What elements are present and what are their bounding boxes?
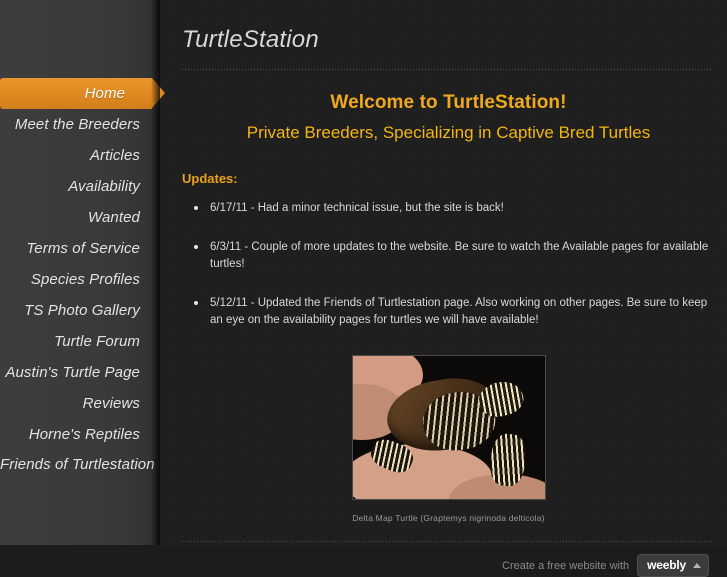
updates-list: 6/17/11 - Had a minor technical issue, b… xyxy=(180,186,717,329)
chevron-up-icon xyxy=(693,562,701,568)
sidebar-item-terms-of-service[interactable]: Terms of Service xyxy=(0,233,160,264)
welcome-subheading: Private Breeders, Specializing in Captiv… xyxy=(246,123,651,142)
sidebar-item-label: Articles xyxy=(90,147,140,164)
sidebar-item-ts-photo-gallery[interactable]: TS Photo Gallery xyxy=(0,295,160,326)
sidebar-item-turtle-forum[interactable]: Turtle Forum xyxy=(0,326,160,357)
footer-text: Create a free website with xyxy=(502,559,630,572)
sidebar-item-species-profiles[interactable]: Species Profiles xyxy=(0,264,160,295)
page-title: TurtleStation xyxy=(182,26,319,53)
sidebar-item-label: Horne's Reptiles xyxy=(28,426,140,443)
sidebar-item-friends-of-turtlestation[interactable]: Friends of Turtlestation xyxy=(0,450,160,504)
main-content: TurtleStation Welcome to TurtleStation! … xyxy=(160,0,727,577)
footer: Create a free website with weebly xyxy=(180,542,717,577)
welcome-heading: Welcome to TurtleStation! xyxy=(330,92,567,113)
sidebar-item-label: Friends of Turtlestation xyxy=(0,456,155,473)
sidebar-item-austins-turtle-page[interactable]: Austin's Turtle Page xyxy=(0,357,160,388)
list-item: 5/12/11 - Updated the Friends of Turtles… xyxy=(180,295,717,329)
sidebar-item-label: Terms of Service xyxy=(26,240,140,257)
weebly-label: weebly xyxy=(647,558,686,572)
turtle-photo xyxy=(351,355,546,500)
sidebar-item-availability[interactable]: Availability xyxy=(0,171,160,202)
sidebar-item-wanted[interactable]: Wanted xyxy=(0,202,160,233)
list-item: 6/3/11 - Couple of more updates to the w… xyxy=(180,239,717,273)
sidebar-item-label: Species Profiles xyxy=(30,271,140,288)
list-item: 6/17/11 - Had a minor technical issue, b… xyxy=(180,200,717,217)
sidebar-item-label: Wanted xyxy=(87,209,140,226)
sidebar-item-label: Availability xyxy=(68,178,140,195)
sidebar-item-articles[interactable]: Articles xyxy=(0,140,160,171)
sidebar-item-reviews[interactable]: Reviews xyxy=(0,388,160,419)
weebly-badge[interactable]: weebly xyxy=(637,554,709,577)
sidebar-item-label: TS Photo Gallery xyxy=(24,302,140,319)
sidebar-navigation: Home Meet the Breeders Articles Availabi… xyxy=(0,0,165,545)
sidebar-item-label: Meet the Breeders xyxy=(14,116,140,133)
sidebar-item-label: Turtle Forum xyxy=(54,333,140,350)
sidebar-item-label: Austin's Turtle Page xyxy=(5,364,140,381)
photo-caption: Delta Map Turtle (Graptemys nigrinoda de… xyxy=(352,513,545,523)
sidebar-item-hornes-reptiles[interactable]: Horne's Reptiles xyxy=(0,419,160,450)
updates-label: Updates: xyxy=(182,171,238,186)
sidebar-item-meet-the-breeders[interactable]: Meet the Breeders xyxy=(0,109,160,140)
page-root: Home Meet the Breeders Articles Availabi… xyxy=(0,0,727,577)
sidebar-item-label: Home xyxy=(84,85,125,102)
photo-block: Delta Map Turtle (Graptemys nigrinoda de… xyxy=(180,351,717,523)
sidebar-item-home[interactable]: Home xyxy=(0,78,165,109)
sidebar-item-label: Reviews xyxy=(82,395,140,412)
